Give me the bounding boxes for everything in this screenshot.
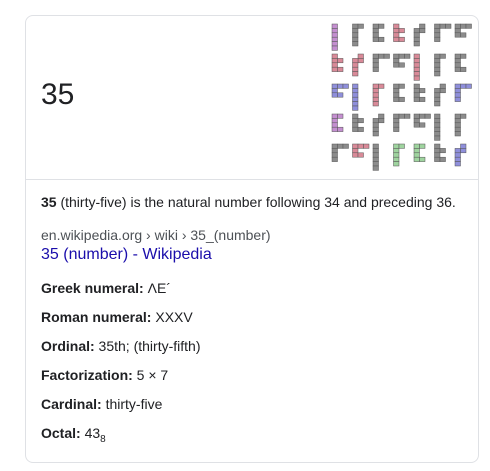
- hexominoes-image[interactable]: [330, 22, 476, 172]
- fact-key: Greek numeral:: [41, 280, 144, 296]
- fact-value: 5 × 7: [132, 367, 169, 383]
- description: 35 (thirty-five) is the natural number f…: [41, 192, 466, 212]
- fact-value: 35th; (thirty-fifth): [94, 338, 201, 354]
- fact-value: 43: [80, 425, 101, 441]
- fact-factorization: Factorization: 5 × 7: [41, 367, 168, 383]
- fact-key: Ordinal:: [41, 338, 95, 354]
- description-bold: 35: [41, 194, 57, 210]
- fact-octal: Octal: 438: [41, 425, 106, 445]
- panel-header: 35: [26, 16, 478, 180]
- fact-key: Factorization:: [41, 367, 133, 383]
- fact-key: Octal:: [41, 425, 81, 441]
- knowledge-panel: 35 35 (thirty-five) is the natural numbe…: [25, 15, 479, 463]
- fact-value: XXXV: [151, 309, 193, 325]
- fact-ordinal: Ordinal: 35th; (thirty-fifth): [41, 338, 200, 354]
- page-title: 35: [41, 78, 75, 111]
- wikipedia-link[interactable]: 35 (number) - Wikipedia: [41, 246, 212, 264]
- fact-value: ΛΕ´: [143, 280, 171, 296]
- description-text: (thirty-five) is the natural number foll…: [56, 194, 456, 210]
- fact-key: Cardinal:: [41, 396, 102, 412]
- fact-key: Roman numeral:: [41, 309, 152, 325]
- source-url: en.wikipedia.org › wiki › 35_(number): [41, 227, 271, 243]
- fact-subscript: 8: [100, 433, 106, 445]
- fact-greek-numeral: Greek numeral: ΛΕ´: [41, 280, 171, 296]
- fact-value: thirty-five: [101, 396, 163, 412]
- fact-cardinal: Cardinal: thirty-five: [41, 396, 162, 412]
- fact-roman-numeral: Roman numeral: XXXV: [41, 309, 193, 325]
